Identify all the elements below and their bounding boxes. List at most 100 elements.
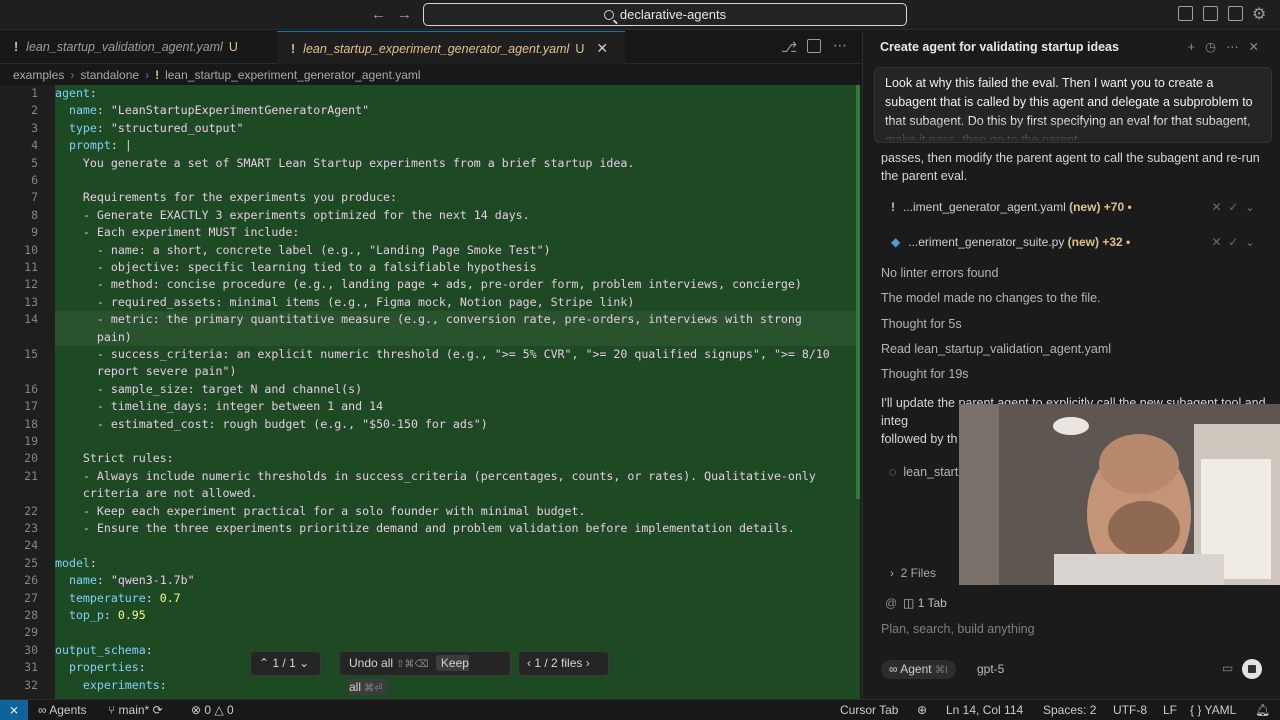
toggle-secondary-sidebar-icon[interactable] [1228,6,1243,21]
editor-tab-bar: ! lean_startup_validation_agent.yaml U ! le… [0,31,862,64]
branch-status[interactable]: ⑂ main* ⟳ [108,700,163,720]
close-panel-icon[interactable]: ✕ [1249,40,1269,54]
code-line[interactable]: Requirements for the experiments you pro… [55,189,860,206]
language-mode[interactable]: { } YAML [1190,700,1236,720]
code-line[interactable]: criteria are not allowed. [55,485,860,502]
expand-icon[interactable]: ⌄ [1245,200,1255,214]
changed-file-yaml[interactable]: ! ...iment_generator_agent.yaml (new) +70… [881,193,1271,221]
accept-icon[interactable]: ✓ [1228,200,1238,214]
code-line[interactable]: - required_assets: minimal items (e.g., … [55,294,860,311]
code-line[interactable]: top_p: 0.95 [55,607,860,624]
model-selector[interactable]: gpt-5 [977,660,1004,679]
reject-icon[interactable]: ✕ [1211,235,1221,249]
notifications-bell-icon[interactable]: 🔔︎ [1255,700,1270,720]
code-line[interactable]: name: "LeanStartupExperimentGeneratorAge… [55,102,860,119]
mode-selector[interactable]: ∞ Agent ⌘I [881,660,956,679]
code-line[interactable]: Strict rules: [55,450,860,467]
code-line[interactable]: type: "structured_output" [55,120,860,137]
chat-composer[interactable]: @ ◫ 1 Tab Plan, search, build anything ∞… [873,588,1271,688]
code-line[interactable]: - timeline_days: integer between 1 and 1… [55,398,860,415]
agents-status[interactable]: ∞ Agents [38,700,87,720]
chevron-right-icon[interactable]: › [586,656,590,670]
new-chat-icon[interactable]: + [1188,40,1205,54]
code-line[interactable]: name: "qwen3-1.7b" [55,572,860,589]
problems-status[interactable]: ⊗ 0 △ 0 [191,700,234,720]
toggle-sidebar-icon[interactable] [1178,6,1193,21]
event-thought-19s[interactable]: Thought for 19s [881,365,969,383]
history-icon[interactable]: ◷ [1205,40,1226,54]
changed-file-py[interactable]: ◆ ...eriment_generator_suite.py (new) +32… [881,228,1271,256]
breadcrumb-file[interactable]: lean_startup_experiment_generator_agent.… [165,68,421,82]
cursor-position[interactable]: Ln 14, Col 114 [946,700,1023,720]
diff-added-region[interactable]: agent: name: "LeanStartupExperimentGener… [55,85,860,699]
split-editor-icon[interactable] [807,39,821,53]
code-line[interactable]: - Each experiment MUST include: [55,224,860,241]
breadcrumb-folder-examples[interactable]: examples [13,68,64,82]
close-icon[interactable]: ✕ [596,40,608,56]
hunk-navigator[interactable]: ⌃ 1 / 1 ⌄ [250,651,321,676]
chevron-down-icon[interactable]: ⌄ [299,656,309,670]
code-line[interactable]: report severe pain") [55,363,860,380]
reject-icon[interactable]: ✕ [1211,200,1221,214]
more-icon[interactable]: ⋯ [1226,40,1249,54]
chevron-left-icon[interactable]: ‹ [527,656,531,670]
event-read-file[interactable]: Read lean_startup_validation_agent.yaml [881,340,1111,358]
mention-icon[interactable]: @ [885,596,897,610]
sync-icon[interactable]: ⟳ [153,703,163,717]
encoding-status[interactable]: UTF-8 [1113,700,1147,720]
user-message[interactable]: Look at why this failed the eval. Then I… [874,67,1272,143]
code-line[interactable]: agent: [55,85,860,102]
toggle-panel-icon[interactable] [1203,6,1218,21]
indentation-status[interactable]: Spaces: 2 [1043,700,1096,720]
code-line[interactable]: - Generate EXACTLY 3 experiments optimiz… [55,207,860,224]
expand-icon[interactable]: ⌄ [1245,235,1255,249]
code-line[interactable]: - estimated_cost: rough budget (e.g., "$… [55,416,860,433]
code-line[interactable]: You generate a set of SMART Lean Startup… [55,155,860,172]
accept-icon[interactable]: ✓ [1228,235,1238,249]
code-line[interactable]: - Keep each experiment practical for a s… [55,503,860,520]
code-line[interactable]: pain) [55,328,860,346]
code-line[interactable]: - name: a short, concrete label (e.g., "… [55,242,860,259]
code-line[interactable]: temperature: 0.7 [55,590,860,607]
infinity-icon: ∞ [889,662,898,676]
tab-experiment-generator-agent[interactable]: ! lean_startup_experiment_generator_agent… [277,31,625,64]
code-line[interactable]: model: [55,555,860,572]
code-line[interactable]: - success_criteria: an explicit numeric … [55,346,860,363]
running-tool: ◌ lean_start [889,463,958,481]
code-line[interactable]: experiments: [55,677,860,694]
more-actions-icon[interactable]: ⋯ [833,37,847,54]
code-line[interactable]: - method: concise procedure (e.g., landi… [55,276,860,293]
chat-input[interactable]: Plan, search, build anything [881,622,1035,636]
files-summary[interactable]: › 2 Files [890,566,936,580]
remote-indicator-icon[interactable]: ⨯ [0,700,28,720]
eol-status[interactable]: LF [1163,700,1177,720]
code-line[interactable]: - objective: specific learning tied to a… [55,259,860,276]
chevron-up-icon[interactable]: ⌃ [259,656,269,670]
context-tab-chip[interactable]: ◫ 1 Tab [903,596,947,610]
forward-arrow-icon[interactable]: → [397,6,412,23]
code-line[interactable]: prompt: | [55,137,860,154]
image-attach-icon[interactable]: ▭ [1222,661,1233,675]
code-line[interactable]: - sample_size: target N and channel(s) [55,381,860,398]
code-line[interactable]: - Always include numeric thresholds in s… [55,468,860,485]
file-navigator[interactable]: ‹ 1 / 2 files › [518,651,609,676]
zoom-icon[interactable]: ⊕ [917,700,927,720]
tab-validation-agent[interactable]: ! lean_startup_validation_agent.yaml U [0,31,275,64]
stop-button[interactable] [1242,659,1262,679]
code-line[interactable]: - Ensure the three experiments prioritiz… [55,520,860,537]
undo-all-button[interactable]: Undo all ⇧⌘⌫ [349,656,429,670]
code-editor[interactable]: 1 2 3 4 5 6 7 8 9 10 11 12 13 14 15 16 17 18 19 20 21 22 23 24 2… [0,85,862,699]
cursor-tab-status[interactable]: Cursor Tab [840,700,898,720]
error-icon: ⊗ [191,703,202,717]
model-label: gpt-5 [977,662,1005,676]
line-number: 12 [24,277,38,292]
scrollbar-diff-marker[interactable] [856,85,860,499]
event-thought-5s[interactable]: Thought for 5s [881,315,962,333]
breadcrumb-folder-standalone[interactable]: standalone [80,68,139,82]
command-center-search[interactable]: declarative-agents [423,3,907,26]
tab-label: lean_startup_experiment_generator_agent.… [303,42,570,56]
code-line[interactable]: - metric: the primary quantitative measu… [55,311,860,329]
settings-gear-icon[interactable]: ⚙ [1252,4,1266,24]
compare-changes-icon[interactable]: ⎇ [781,39,797,56]
back-arrow-icon[interactable]: ← [371,6,386,23]
